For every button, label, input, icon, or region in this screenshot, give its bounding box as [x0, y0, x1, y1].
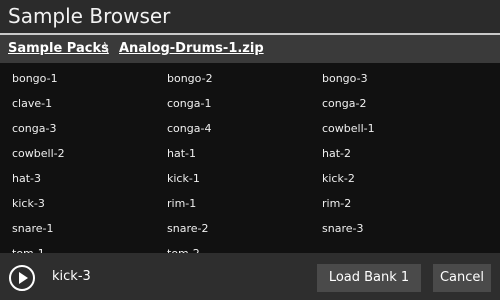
sample-item[interactable]: snare-2 — [167, 216, 322, 241]
sample-item[interactable]: conga-2 — [322, 91, 477, 116]
sample-item[interactable]: snare-1 — [12, 216, 167, 241]
load-bank-button[interactable]: Load Bank 1 — [317, 264, 421, 292]
cancel-button[interactable]: Cancel — [433, 264, 491, 292]
title-bar: Sample Browser — [0, 0, 500, 35]
sample-item[interactable]: hat-1 — [167, 141, 322, 166]
sample-item[interactable]: tom-1 — [12, 241, 167, 253]
breadcrumb-sample-packs-link[interactable]: Sample Packs — [8, 40, 109, 58]
breadcrumb-current-pack-link[interactable]: Analog-Drums-1.zip — [119, 40, 264, 58]
sample-item[interactable]: conga-4 — [167, 116, 322, 141]
selected-sample-name: kick-3 — [52, 269, 91, 284]
sample-grid: bongo-1 bongo-2 bongo-3 clave-1 conga-1 conga… — [0, 63, 500, 253]
sample-browser-window: Sample Browser Sample Packs \ Analog-Dru… — [0, 0, 500, 300]
window-title: Sample Browser — [8, 4, 171, 28]
sample-item[interactable]: bongo-3 — [322, 66, 477, 91]
sample-item[interactable]: kick-3 — [12, 191, 167, 216]
sample-item[interactable]: conga-1 — [167, 91, 322, 116]
sample-item[interactable]: hat-2 — [322, 141, 477, 166]
sample-item[interactable]: conga-3 — [12, 116, 167, 141]
sample-item[interactable]: bongo-1 — [12, 66, 167, 91]
sample-item[interactable]: cowbell-2 — [12, 141, 167, 166]
sample-item[interactable]: cowbell-1 — [322, 116, 477, 141]
sample-list[interactable]: bongo-1 bongo-2 bongo-3 clave-1 conga-1 conga… — [0, 63, 500, 253]
play-button[interactable] — [9, 265, 35, 291]
play-icon — [19, 272, 28, 284]
sample-item[interactable]: tom-2 — [167, 241, 322, 253]
sample-item[interactable]: bongo-2 — [167, 66, 322, 91]
breadcrumb: Sample Packs \ Analog-Drums-1.zip — [0, 35, 500, 63]
sample-item[interactable]: clave-1 — [12, 91, 167, 116]
sample-item[interactable]: kick-2 — [322, 166, 477, 191]
sample-item[interactable]: kick-1 — [167, 166, 322, 191]
breadcrumb-separator: \ — [104, 41, 109, 56]
sample-item[interactable]: hat-3 — [12, 166, 167, 191]
sample-item[interactable]: snare-3 — [322, 216, 477, 241]
footer-bar: kick-3 Load Bank 1 Cancel — [0, 253, 500, 300]
sample-item[interactable]: rim-2 — [322, 191, 477, 216]
sample-item[interactable]: rim-1 — [167, 191, 322, 216]
